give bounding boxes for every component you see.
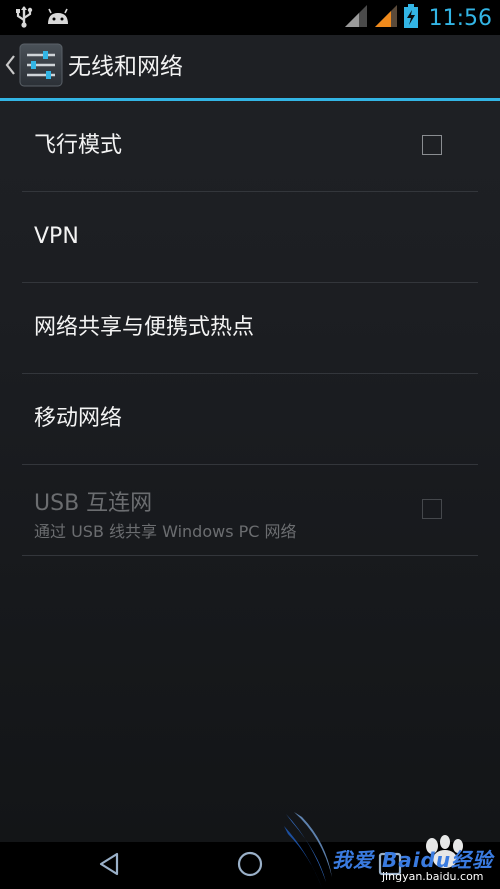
settings-item-tethering-hotspot[interactable]: 网络共享与便携式热点 xyxy=(22,283,478,374)
settings-item-summary: 通过 USB 线共享 Windows PC 网络 xyxy=(34,522,297,541)
navigation-bar xyxy=(0,842,500,889)
usb-tethering-checkbox xyxy=(422,499,442,519)
recents-icon xyxy=(376,850,404,882)
page-title: 无线和网络 xyxy=(68,54,183,80)
chevron-left-icon xyxy=(4,53,16,81)
battery-charging-icon xyxy=(403,3,419,33)
settings-item-title: VPN xyxy=(34,224,79,249)
settings-item-title: 移动网络 xyxy=(34,406,123,431)
back-button[interactable] xyxy=(70,842,150,889)
settings-sliders-icon xyxy=(18,42,64,92)
settings-item-title: 飞行模式 xyxy=(34,133,123,158)
recents-button[interactable] xyxy=(350,842,430,889)
home-icon xyxy=(236,850,264,882)
status-clock: 11:56 xyxy=(428,5,492,31)
signal-orange-icon xyxy=(373,3,399,33)
settings-item-title: USB 互连网 xyxy=(34,491,153,516)
home-button[interactable] xyxy=(210,842,290,889)
settings-item-vpn[interactable]: VPN xyxy=(22,192,478,283)
settings-item-title: 网络共享与便携式热点 xyxy=(34,315,255,340)
airplane-mode-checkbox[interactable] xyxy=(422,135,442,155)
settings-item-mobile-network[interactable]: 移动网络 xyxy=(22,374,478,465)
up-navigation-button[interactable] xyxy=(0,35,64,99)
android-icon xyxy=(46,8,70,30)
back-icon xyxy=(97,851,123,881)
settings-list: 飞行模式 VPN 网络共享与便携式热点 移动网络 USB 互连网 通过 USB … xyxy=(22,101,478,556)
settings-item-airplane-mode[interactable]: 飞行模式 xyxy=(22,101,478,192)
signal-icon xyxy=(343,3,369,33)
action-bar: 无线和网络 xyxy=(0,35,500,99)
usb-icon xyxy=(14,6,34,32)
settings-screen: 11:56 无线和网络 飞行模式 VPN 网络共享与便携式热点 移动网络 USB… xyxy=(0,0,500,889)
settings-item-usb-tethering: USB 互连网 通过 USB 线共享 Windows PC 网络 xyxy=(22,465,478,556)
status-bar: 11:56 xyxy=(0,0,500,35)
